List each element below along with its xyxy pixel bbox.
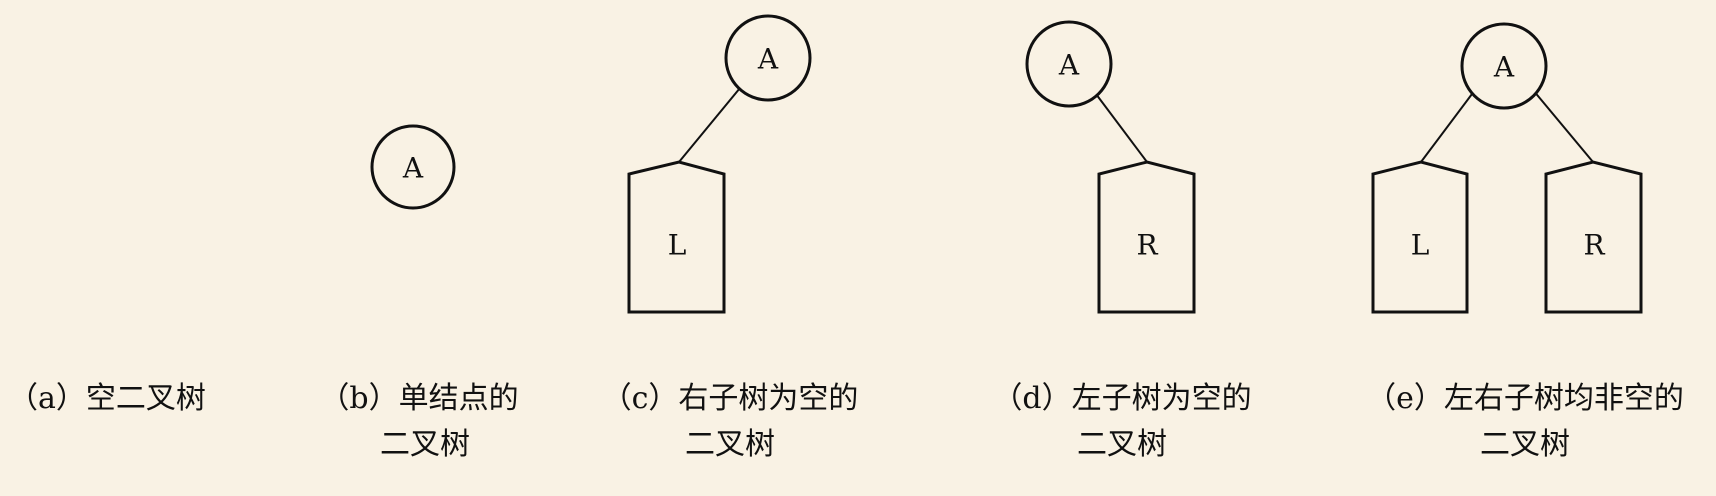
caption-c-line1: （c）右子树为空的 (601, 381, 859, 416)
caption-b-line1: （b）单结点的 (319, 381, 519, 416)
tree-e-left-edge (1420, 89, 1476, 163)
caption-d-line1: （d）左子树为空的 (992, 381, 1252, 416)
tree-c (627, 14, 812, 314)
caption-e-line2: 二叉树 (1480, 427, 1570, 462)
caption-a: （a）空二叉树 (8, 376, 206, 422)
tree-c-root-label: A (757, 43, 779, 76)
caption-e: （e）左右子树均非空的 二叉树 (1358, 376, 1692, 468)
tree-d-right-label: R (1136, 229, 1158, 262)
tree-d-root-label: A (1058, 49, 1080, 82)
caption-c: （c）右子树为空的 二叉树 (598, 376, 862, 468)
caption-c-line2: 二叉树 (685, 427, 775, 462)
caption-a-line1: （a）空二叉树 (8, 381, 206, 416)
caption-d-line2: 二叉树 (1077, 427, 1167, 462)
tree-e-left-label: L (1411, 229, 1430, 262)
tree-d (1025, 20, 1196, 314)
tree-e-right-label: R (1583, 229, 1605, 262)
tree-e-root-label: A (1493, 51, 1515, 84)
caption-e-line1: （e）左右子树均非空的 (1366, 381, 1684, 416)
tree-b-root-label: A (402, 152, 424, 185)
caption-b: （b）单结点的 二叉树 (319, 376, 530, 468)
tree-d-right-edge (1095, 93, 1148, 163)
caption-b-line2: 二叉树 (380, 427, 470, 462)
caption-d: （d）左子树为空的 二叉树 (990, 376, 1254, 468)
tree-c-left-edge (678, 87, 741, 163)
tree-e-right-edge (1532, 89, 1594, 163)
tree-c-left-label: L (668, 229, 687, 262)
